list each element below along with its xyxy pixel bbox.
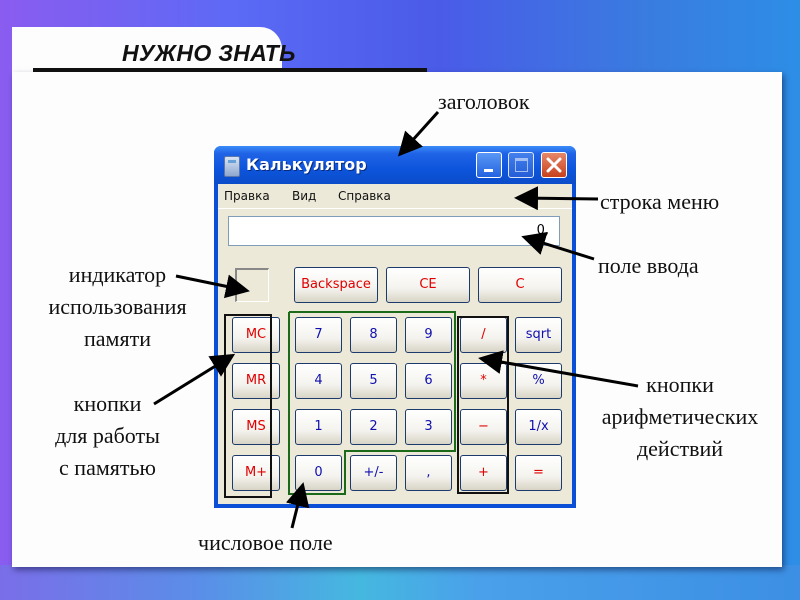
close-icon: [546, 157, 562, 173]
window-title: Калькулятор: [246, 155, 367, 174]
decimal-button[interactable]: ,: [405, 455, 452, 491]
menu-help[interactable]: Справка: [338, 189, 391, 203]
label-menu-bar: строка меню: [600, 189, 720, 214]
display-field[interactable]: 0,: [228, 216, 560, 246]
label-arithmetic-buttons-line3: действий: [636, 436, 724, 461]
maximize-button[interactable]: [508, 152, 534, 178]
digit-9-button[interactable]: 9: [405, 317, 452, 353]
label-memory-buttons-line2: для работы: [55, 423, 160, 448]
menu-view[interactable]: Вид: [292, 189, 316, 203]
slide-heading: НУЖНО ЗНАТЬ: [122, 40, 296, 66]
backspace-button[interactable]: Backspace: [294, 267, 378, 303]
label-input-field: поле ввода: [598, 253, 699, 278]
reciprocal-button[interactable]: 1/x: [515, 409, 562, 445]
memory-group-outline: [224, 314, 272, 498]
sign-toggle-button[interactable]: +/-: [350, 455, 397, 491]
digit-0-button[interactable]: 0: [295, 455, 342, 491]
label-memory-indicator-line2: использования: [48, 294, 187, 319]
heading-underline: [33, 68, 427, 72]
menu-bar: Правка Вид Справка: [218, 184, 572, 208]
sqrt-button[interactable]: sqrt: [515, 317, 562, 353]
title-bar[interactable]: Калькулятор: [214, 146, 576, 184]
digit-6-button[interactable]: 6: [405, 363, 452, 399]
equals-button[interactable]: =: [515, 455, 562, 491]
label-title-bar: заголовок: [438, 89, 530, 114]
memory-indicator: [235, 268, 269, 302]
label-number-field: числовое поле: [198, 530, 333, 555]
digit-8-button[interactable]: 8: [350, 317, 397, 353]
clear-entry-button[interactable]: CE: [386, 267, 470, 303]
label-memory-indicator-line3: памяти: [84, 326, 151, 351]
digit-3-button[interactable]: 3: [405, 409, 452, 445]
minimize-button[interactable]: [476, 152, 502, 178]
clear-button[interactable]: C: [478, 267, 562, 303]
digit-1-button[interactable]: 1: [295, 409, 342, 445]
digit-4-button[interactable]: 4: [295, 363, 342, 399]
display-value: 0,: [536, 223, 549, 238]
menu-separator: [218, 208, 572, 209]
label-memory-buttons-line1: кнопки: [73, 391, 142, 416]
percent-button[interactable]: %: [515, 363, 562, 399]
label-arithmetic-buttons-line1: кнопки: [646, 372, 714, 397]
label-memory-buttons-line3: с памятью: [59, 455, 156, 480]
arithmetic-group-outline: [457, 316, 509, 494]
label-arithmetic-buttons: кнопки арифметических действий: [582, 369, 778, 465]
label-memory-indicator-line1: индикатор: [68, 262, 167, 287]
digit-5-button[interactable]: 5: [350, 363, 397, 399]
digit-7-button[interactable]: 7: [295, 317, 342, 353]
menu-edit[interactable]: Правка: [224, 189, 270, 203]
label-memory-buttons: кнопки для работы с памятью: [20, 388, 195, 484]
background-glow: [0, 565, 800, 600]
label-arithmetic-buttons-line2: арифметических: [601, 404, 759, 429]
close-button[interactable]: [541, 152, 567, 178]
calculator-icon: [224, 156, 240, 177]
label-memory-indicator: индикатор использования памяти: [20, 259, 215, 355]
digit-2-button[interactable]: 2: [350, 409, 397, 445]
